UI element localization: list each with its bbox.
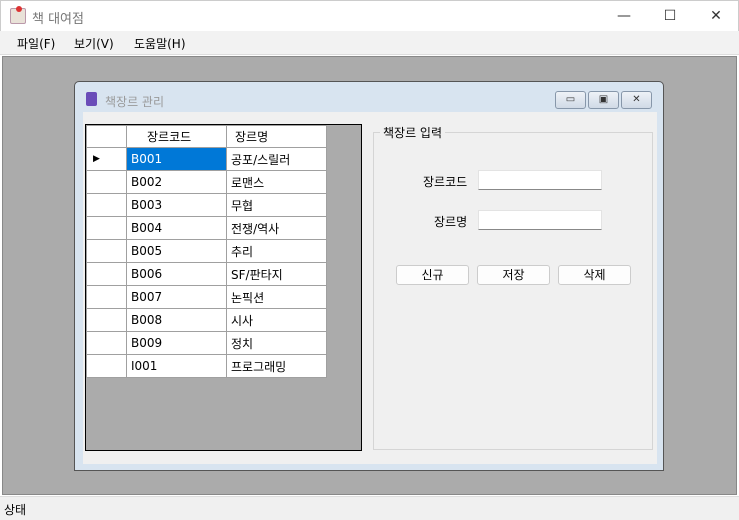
table-row[interactable]: B004 전쟁/역사 — [86, 216, 327, 240]
cell-genre-code[interactable]: B006 — [126, 262, 227, 286]
menu-bar: 파일(F) 보기(V) 도움말(H) — [0, 31, 739, 55]
table-row[interactable]: B006 SF/판타지 — [86, 262, 327, 286]
genre-code-input[interactable] — [478, 170, 602, 190]
form-icon — [86, 92, 97, 106]
maximize-button[interactable]: ☐ — [647, 5, 693, 27]
child-close-button[interactable]: ✕ — [621, 91, 652, 109]
child-restore-button[interactable]: ▣ — [588, 91, 619, 109]
genre-name-input[interactable] — [478, 210, 602, 230]
genre-code-label: 장르코드 — [423, 175, 468, 189]
table-row[interactable]: B009 정치 — [86, 331, 327, 355]
new-button[interactable]: 신규 — [396, 265, 469, 285]
title-bar: 책 대여점 — ☐ ✕ — [0, 0, 739, 31]
cell-genre-code[interactable]: B001 — [126, 147, 227, 171]
group-title: 책장르 입력 — [380, 124, 446, 141]
table-row[interactable]: ▶ B001 공포/스릴러 — [86, 147, 327, 171]
table-row[interactable]: I001 프로그래밍 — [86, 354, 327, 378]
cell-genre-code[interactable]: B003 — [126, 193, 227, 217]
genre-grid[interactable]: 장르코드 장르명 ▶ B001 공포/스릴러 B002 로맨스 B003 무협 B004 전쟁/… — [85, 124, 362, 451]
cell-genre-code[interactable]: B005 — [126, 239, 227, 263]
menu-view[interactable]: 보기(V) — [74, 35, 114, 52]
cell-genre-name[interactable]: 추리 — [226, 239, 327, 263]
cell-genre-name[interactable]: 공포/스릴러 — [226, 147, 327, 171]
cell-genre-name[interactable]: 논픽션 — [226, 285, 327, 309]
status-text: 상태 — [4, 503, 27, 517]
save-button[interactable]: 저장 — [477, 265, 550, 285]
app-icon — [10, 6, 26, 24]
row-header[interactable] — [86, 285, 127, 309]
table-row[interactable]: B005 추리 — [86, 239, 327, 263]
delete-button[interactable]: 삭제 — [558, 265, 631, 285]
row-header[interactable] — [86, 170, 127, 194]
column-header-name[interactable]: 장르명 — [226, 125, 327, 148]
cell-genre-code[interactable]: B009 — [126, 331, 227, 355]
cell-genre-name[interactable]: 로맨스 — [226, 170, 327, 194]
row-header[interactable] — [86, 354, 127, 378]
menu-file[interactable]: 파일(F) — [17, 35, 55, 52]
row-header[interactable]: ▶ — [86, 147, 127, 171]
cell-genre-name[interactable]: 시사 — [226, 308, 327, 332]
cell-genre-code[interactable]: B007 — [126, 285, 227, 309]
cell-genre-name[interactable]: SF/판타지 — [226, 262, 327, 286]
cell-genre-name[interactable]: 정치 — [226, 331, 327, 355]
row-header[interactable] — [86, 331, 127, 355]
cell-genre-name[interactable]: 무협 — [226, 193, 327, 217]
cell-genre-name[interactable]: 전쟁/역사 — [226, 216, 327, 240]
row-header-corner — [86, 125, 127, 148]
cell-genre-code[interactable]: I001 — [126, 354, 227, 378]
cell-genre-code[interactable]: B004 — [126, 216, 227, 240]
menu-help[interactable]: 도움말(H) — [134, 35, 186, 52]
table-row[interactable]: B002 로맨스 — [86, 170, 327, 194]
table-row[interactable]: B003 무협 — [86, 193, 327, 217]
child-window-title: 책장르 관리 — [105, 95, 165, 109]
cell-genre-code[interactable]: B008 — [126, 308, 227, 332]
row-header[interactable] — [86, 308, 127, 332]
close-button[interactable]: ✕ — [693, 5, 739, 27]
window-title: 책 대여점 — [32, 12, 84, 27]
header-row: 장르코드 장르명 — [86, 125, 327, 148]
column-header-code[interactable]: 장르코드 — [126, 125, 227, 148]
minimize-button[interactable]: — — [601, 5, 647, 27]
genre-name-label: 장르명 — [434, 215, 468, 229]
row-header[interactable] — [86, 239, 127, 263]
table-row[interactable]: B007 논픽션 — [86, 285, 327, 309]
cell-genre-name[interactable]: 프로그래밍 — [226, 354, 327, 378]
row-header[interactable] — [86, 193, 127, 217]
child-minimize-button[interactable]: ▭ — [555, 91, 586, 109]
row-header[interactable] — [86, 262, 127, 286]
table-row[interactable]: B008 시사 — [86, 308, 327, 332]
row-header[interactable] — [86, 216, 127, 240]
status-bar: 상태 — [0, 496, 739, 520]
cell-genre-code[interactable]: B002 — [126, 170, 227, 194]
